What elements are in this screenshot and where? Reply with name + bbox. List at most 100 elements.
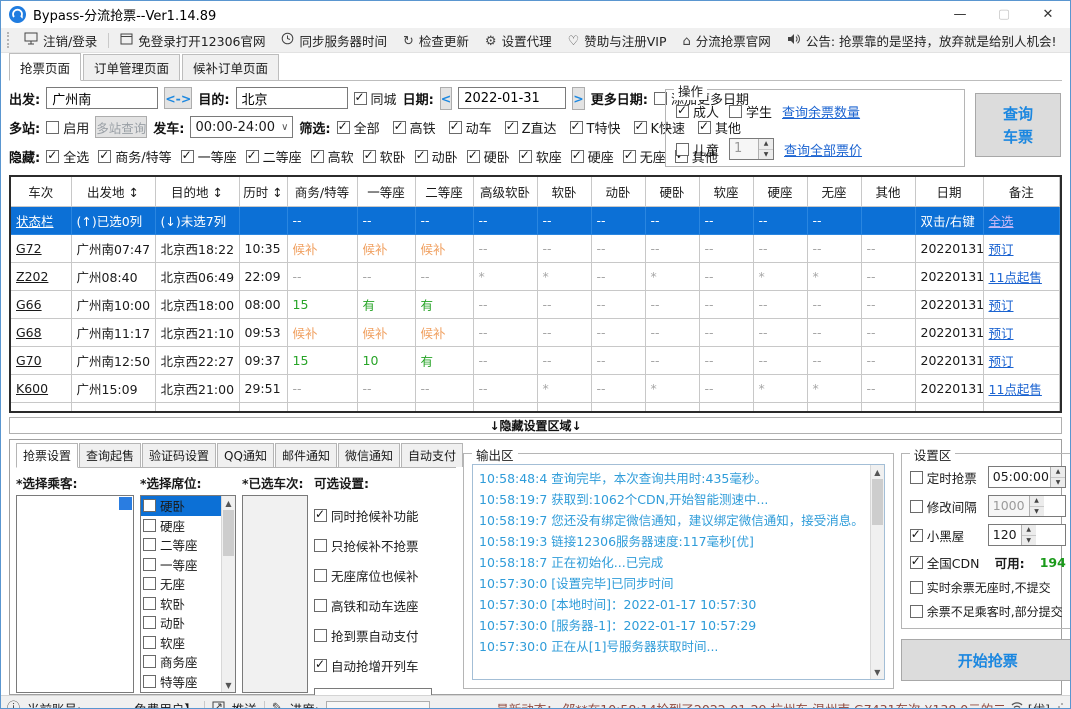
- query-ticket-count-link[interactable]: 查询余票数量: [782, 102, 860, 121]
- optional-checkbox-0[interactable]: 同时抢候补功能: [314, 506, 419, 525]
- spinner-up-icon[interactable]: ▲: [1021, 525, 1036, 536]
- optional-checkbox-2[interactable]: 无座席位也候补: [314, 566, 419, 585]
- seat-listbox-scrollbar[interactable]: ▲ ▼: [221, 496, 235, 692]
- start-grab-button[interactable]: 开始抢票: [900, 639, 1070, 681]
- swap-stations-button[interactable]: <->: [164, 87, 193, 109]
- hide-checkbox-5[interactable]: 软卧: [362, 147, 406, 166]
- action-link-cell[interactable]: 预订: [983, 234, 1060, 263]
- column-header[interactable]: 备注: [983, 177, 1060, 207]
- action-link-cell[interactable]: 预订: [983, 318, 1060, 347]
- close-button[interactable]: ✕: [1026, 1, 1070, 28]
- settings-tab-查询起售[interactable]: 查询起售: [79, 443, 142, 467]
- resize-grip-icon[interactable]: [1054, 702, 1064, 709]
- blackroom-checkbox[interactable]: 小黑屋: [909, 526, 964, 545]
- scrollbar-thumb[interactable]: [871, 479, 883, 525]
- optional-checkbox-3[interactable]: 高铁和动车选座: [314, 596, 419, 615]
- multi-station-query-button[interactable]: 多站查询: [95, 116, 148, 138]
- status-row[interactable]: 状态栏 (↑)已选0列 (↓)未选7列 -- -- -- -- -- -- -- -- -- -- 双击/…: [11, 206, 1060, 235]
- train-number-cell[interactable]: G68: [11, 318, 72, 347]
- action-link-cell[interactable]: 11点起售: [983, 262, 1060, 291]
- hide-checkbox-0[interactable]: 全选: [46, 147, 89, 166]
- hide-checkbox-2[interactable]: 一等座: [180, 147, 237, 166]
- action-link-cell[interactable]: 11点起售: [983, 374, 1060, 403]
- query-tickets-button[interactable]: 查询 车票: [975, 93, 1061, 157]
- seat-option-1[interactable]: 硬座: [141, 516, 221, 536]
- table-row[interactable]: Z36广州16:06北京西13:4421:38------**--*--**--…: [11, 402, 1060, 411]
- settings-tab-QQ通知[interactable]: QQ通知: [217, 443, 274, 467]
- column-header[interactable]: 软座: [699, 177, 754, 207]
- same-city-checkbox[interactable]: 同城: [353, 89, 397, 108]
- hide-checkbox-7[interactable]: 硬卧: [466, 147, 510, 166]
- seat-option-5[interactable]: 软卧: [141, 594, 221, 614]
- hide-checkbox-1[interactable]: 商务/特等: [98, 147, 172, 166]
- column-header[interactable]: 目的地 ↕: [155, 177, 240, 207]
- column-header[interactable]: 其他: [861, 177, 916, 207]
- action-link-cell[interactable]: 预订: [983, 346, 1060, 375]
- column-header[interactable]: 高级软卧: [473, 177, 538, 207]
- scroll-down-icon[interactable]: ▼: [871, 665, 884, 679]
- seat-option-6[interactable]: 动卧: [141, 613, 221, 633]
- spinner-arrows[interactable]: ▲ ▼: [1028, 496, 1044, 516]
- column-header[interactable]: 商务/特等: [287, 177, 358, 207]
- table-row[interactable]: G66 广州南10:00 北京西18:00 08:00 15 有有 -- -- -- -- -- --…: [11, 290, 1060, 319]
- interval-spinner[interactable]: 1000 ▲ ▼: [987, 495, 1066, 517]
- toolbar-item-4[interactable]: ⚙ 设置代理: [478, 29, 559, 52]
- train-number-cell[interactable]: Z202: [11, 262, 72, 291]
- date-input[interactable]: [458, 87, 567, 109]
- selected-trains-listbox[interactable]: [242, 495, 308, 693]
- multi-station-enable-checkbox[interactable]: 启用: [46, 118, 89, 137]
- table-row[interactable]: G72 广州南07:47 北京西18:22 10:35 候补 候补 候补 -- -- -- -- --…: [11, 234, 1060, 263]
- filter-checkbox-3[interactable]: Z直达: [504, 118, 557, 137]
- hide-checkbox-10[interactable]: 无座: [622, 147, 666, 166]
- spinner-arrows[interactable]: ▲ ▼: [758, 139, 774, 159]
- depart-input[interactable]: [46, 87, 159, 109]
- passenger-listbox[interactable]: [16, 495, 134, 693]
- scrollbar-track[interactable]: [871, 479, 884, 665]
- scroll-up-icon[interactable]: ▲: [871, 465, 884, 479]
- column-header[interactable]: 二等座: [415, 177, 474, 207]
- hide-checkbox-3[interactable]: 二等座: [245, 147, 302, 166]
- hide-checkbox-8[interactable]: 软座: [518, 147, 562, 166]
- seat-listbox[interactable]: 硬卧 硬座 二等座 一等座 无座 软卧 动卧 软座 商务座 特等座 ▲ ▼: [140, 495, 236, 693]
- spinner-up-icon[interactable]: ▲: [1051, 467, 1065, 478]
- depart-time-dropdown[interactable]: 00:00-24:00 ∨: [190, 116, 294, 138]
- adult-checkbox[interactable]: 成人: [676, 102, 719, 121]
- blackroom-spinner[interactable]: 120 ▲ ▼: [987, 524, 1066, 546]
- spinner-down-icon[interactable]: ▼: [759, 149, 774, 159]
- toolbar-item-3[interactable]: ↻ 检查更新: [396, 29, 476, 52]
- filter-checkbox-0[interactable]: 全部: [336, 118, 380, 137]
- date-next-button[interactable]: >: [572, 86, 585, 110]
- filter-checkbox-1[interactable]: 高铁: [392, 118, 436, 137]
- minimize-button[interactable]: —: [938, 1, 982, 28]
- column-header[interactable]: 历时 ↕: [239, 177, 288, 207]
- filter-checkbox-2[interactable]: 动车: [448, 118, 492, 137]
- train-number-cell[interactable]: G66: [11, 290, 72, 319]
- spinner-up-icon[interactable]: ▲: [1029, 496, 1044, 507]
- optional-checkbox-4[interactable]: 抢到票自动支付: [314, 626, 419, 645]
- action-link-cell[interactable]: 11点起售: [983, 402, 1060, 411]
- timed-grab-spinner[interactable]: 05:00:00 ▲ ▼: [987, 466, 1066, 488]
- scrollbar-track[interactable]: [222, 510, 235, 678]
- date-prev-button[interactable]: <: [439, 86, 453, 110]
- action-link-cell[interactable]: 全选: [983, 206, 1060, 235]
- tab-订单管理页面[interactable]: 订单管理页面: [83, 54, 181, 80]
- toolbar-item-7[interactable]: 公告: 抢票靠的是坚持，放弃就是给别人机会!: [780, 29, 1064, 52]
- hide-checkbox-4[interactable]: 高软: [310, 147, 354, 166]
- column-header[interactable]: 日期: [915, 177, 984, 207]
- column-header[interactable]: 一等座: [357, 177, 416, 207]
- scrollbar-thumb[interactable]: [223, 510, 234, 556]
- toolbar-item-0[interactable]: 注销/登录: [17, 29, 104, 52]
- action-link-cell[interactable]: 预订: [983, 290, 1060, 319]
- spinner-down-icon[interactable]: ▼: [1029, 506, 1044, 516]
- spinner-down-icon[interactable]: ▼: [1021, 535, 1036, 545]
- table-row[interactable]: G70 广州南12:50 北京西22:27 09:37 15 10 有 -- -- -- -- -- -…: [11, 346, 1060, 375]
- interval-checkbox[interactable]: 修改间隔: [909, 497, 977, 516]
- toolbar-item-6[interactable]: ⌂ 分流抢票官网: [676, 29, 778, 52]
- maximize-button[interactable]: ▢: [982, 1, 1026, 28]
- column-header[interactable]: 软卧: [537, 177, 592, 207]
- column-header[interactable]: 硬卧: [645, 177, 700, 207]
- seat-option-4[interactable]: 无座: [141, 574, 221, 594]
- push-label[interactable]: 推送: [232, 699, 257, 709]
- column-header[interactable]: 车次: [11, 177, 72, 207]
- table-row[interactable]: G68 广州南11:17 北京西21:10 09:53 候补 候补 候补 -- -- -- -- --…: [11, 318, 1060, 347]
